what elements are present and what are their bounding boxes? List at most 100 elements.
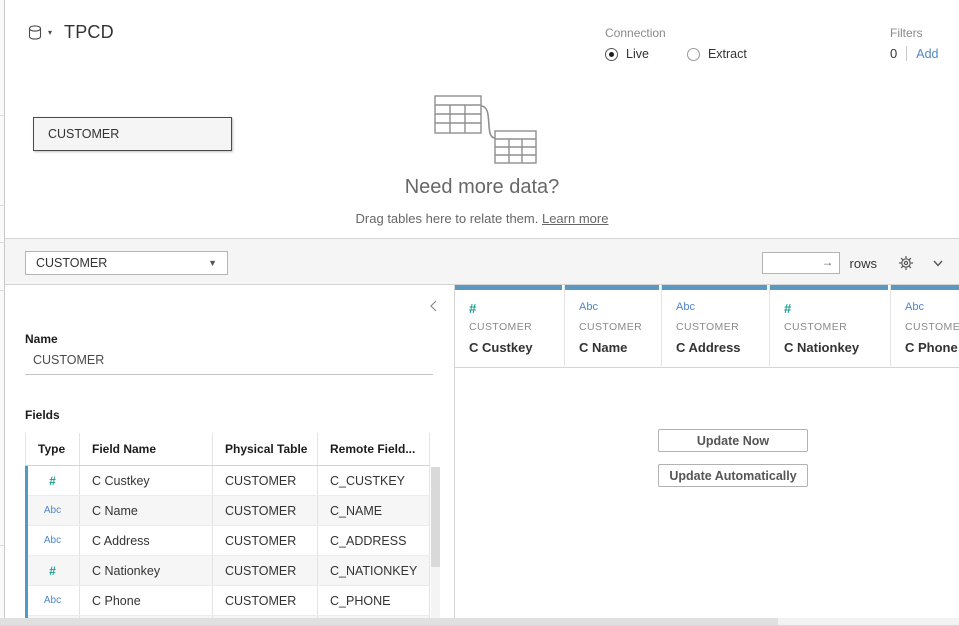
database-caret-icon[interactable]: ▾	[48, 28, 52, 37]
remote-field-cell: C_NATIONKEY	[318, 556, 430, 585]
radio-unselected-icon[interactable]	[687, 48, 700, 61]
learn-more-link[interactable]: Learn more	[542, 211, 608, 226]
name-label: Name	[25, 332, 58, 346]
empty-state-title: Need more data?	[5, 176, 959, 199]
column-accent-bar	[891, 285, 959, 290]
radio-extract[interactable]: Extract	[687, 47, 747, 61]
relationship-canvas: ▾ TPCD Connection Live Extract Filters 0	[5, 0, 959, 239]
add-filter-link[interactable]: Add	[916, 47, 938, 61]
remote-field-cell: C_PHONE	[318, 586, 430, 615]
column-table-name: CUSTOMER	[905, 321, 959, 333]
string-type-icon: Abc	[676, 301, 695, 313]
column-field-name: C Phone	[905, 340, 958, 355]
update-automatically-button[interactable]: Update Automatically	[658, 464, 808, 487]
settings-gear-button[interactable]	[895, 252, 917, 274]
physical-table-cell: CUSTOMER	[213, 466, 318, 495]
gear-icon	[898, 255, 914, 271]
rows-label: rows	[850, 256, 877, 271]
arrow-right-icon[interactable]: →	[822, 255, 834, 269]
column-table-name: CUSTOMER	[676, 321, 739, 333]
number-type-icon: #	[25, 556, 80, 585]
chevron-left-icon	[428, 299, 440, 313]
collapsed-left-pane[interactable]	[0, 0, 5, 626]
field-name-cell: C Address	[80, 526, 213, 555]
string-type-icon: Abc	[25, 526, 80, 555]
remote-field-cell: C_ADDRESS	[318, 526, 430, 555]
grid-column-c-custkey[interactable]: # CUSTOMER C Custkey	[455, 285, 565, 368]
column-table-name: CUSTOMER	[469, 321, 532, 333]
name-field-underline	[25, 374, 433, 375]
physical-table-cell: CUSTOMER	[213, 526, 318, 555]
fields-table: Type Field Name Physical Table Remote Fi…	[25, 432, 430, 626]
vertical-scrollbar[interactable]	[431, 467, 440, 626]
column-field-name: C Nationkey	[784, 340, 859, 355]
field-name-cell: C Nationkey	[80, 556, 213, 585]
connection-section: Connection Live Extract	[605, 26, 785, 61]
filters-section: Filters 0 Add	[890, 26, 938, 61]
physical-table-cell: CUSTOMER	[213, 586, 318, 615]
update-now-button[interactable]: Update Now	[658, 429, 808, 452]
field-name-cell: C Phone	[80, 586, 213, 615]
column-accent-bar	[455, 285, 562, 290]
collapse-left-button[interactable]	[428, 299, 440, 313]
database-icon[interactable]	[27, 24, 45, 42]
column-table-name: CUSTOMER	[579, 321, 642, 333]
grid-header-row: # CUSTOMER C Custkey Abc CUSTOMER C Name…	[455, 285, 959, 368]
grid-column-c-address[interactable]: Abc CUSTOMER C Address	[662, 285, 770, 368]
connection-label: Connection	[605, 26, 785, 40]
table-row[interactable]: # C Custkey CUSTOMER C_CUSTKEY	[25, 466, 430, 496]
number-type-icon: #	[784, 301, 791, 316]
table-details-panel: Name CUSTOMER Fields Type Field Name Phy…	[5, 285, 455, 626]
column-header-remote-field[interactable]: Remote Field...	[318, 433, 430, 465]
physical-table-cell: CUSTOMER	[213, 556, 318, 585]
fields-label: Fields	[25, 408, 60, 422]
remote-field-cell: C_CUSTKEY	[318, 466, 430, 495]
selection-bar	[25, 466, 28, 626]
filters-label: Filters	[890, 26, 938, 40]
column-header-type[interactable]: Type	[25, 433, 80, 465]
string-type-icon: Abc	[579, 301, 598, 313]
table-row[interactable]: Abc C Name CUSTOMER C_NAME	[25, 496, 430, 526]
string-type-icon: Abc	[25, 586, 80, 615]
horizontal-scrollbar[interactable]	[0, 618, 959, 625]
radio-selected-icon[interactable]	[605, 48, 618, 61]
data-preview-grid: # CUSTOMER C Custkey Abc CUSTOMER C Name…	[455, 285, 959, 626]
pane-divider	[0, 205, 5, 206]
physical-table-cell: CUSTOMER	[213, 496, 318, 525]
grid-column-c-nationkey[interactable]: # CUSTOMER C Nationkey	[770, 285, 891, 368]
radio-live[interactable]: Live	[605, 47, 649, 61]
filters-count: 0	[890, 46, 897, 61]
table-selector-dropdown[interactable]: CUSTOMER ▼	[25, 251, 228, 275]
column-field-name: C Name	[579, 340, 627, 355]
name-value-field[interactable]: CUSTOMER	[33, 353, 104, 367]
column-header-field-name[interactable]: Field Name	[80, 433, 213, 465]
table-details-toolbar: CUSTOMER ▼ → rows	[5, 239, 959, 285]
table-row[interactable]: Abc C Phone CUSTOMER C_PHONE	[25, 586, 430, 616]
column-table-name: CUSTOMER	[784, 321, 847, 333]
number-type-icon: #	[25, 466, 80, 495]
column-accent-bar	[662, 285, 767, 290]
table-row[interactable]: # C Nationkey CUSTOMER C_NATIONKEY	[25, 556, 430, 586]
column-header-physical-table[interactable]: Physical Table	[213, 433, 318, 465]
table-row[interactable]: Abc C Address CUSTOMER C_ADDRESS	[25, 526, 430, 556]
pane-divider	[0, 545, 5, 546]
field-name-cell: C Custkey	[80, 466, 213, 495]
string-type-icon: Abc	[905, 301, 924, 313]
column-field-name: C Custkey	[469, 340, 533, 355]
chevron-down-icon: ▼	[208, 258, 217, 268]
column-accent-bar	[565, 285, 659, 290]
scrollbar-thumb[interactable]	[431, 467, 440, 567]
pane-divider	[0, 115, 5, 116]
pane-divider	[0, 290, 5, 291]
grid-column-c-name[interactable]: Abc CUSTOMER C Name	[565, 285, 662, 368]
column-field-name: C Address	[676, 340, 741, 355]
scrollbar-thumb[interactable]	[0, 618, 778, 625]
remote-field-cell: C_NAME	[318, 496, 430, 525]
bottom-section: Name CUSTOMER Fields Type Field Name Phy…	[5, 285, 959, 626]
datasource-title: TPCD	[64, 22, 114, 43]
field-name-cell: C Name	[80, 496, 213, 525]
collapse-panel-button[interactable]	[927, 252, 949, 274]
fields-table-body: # C Custkey CUSTOMER C_CUSTKEY Abc C Nam…	[25, 466, 430, 626]
divider	[906, 46, 907, 61]
grid-column-c-phone[interactable]: Abc CUSTOMER C Phone	[891, 285, 959, 368]
